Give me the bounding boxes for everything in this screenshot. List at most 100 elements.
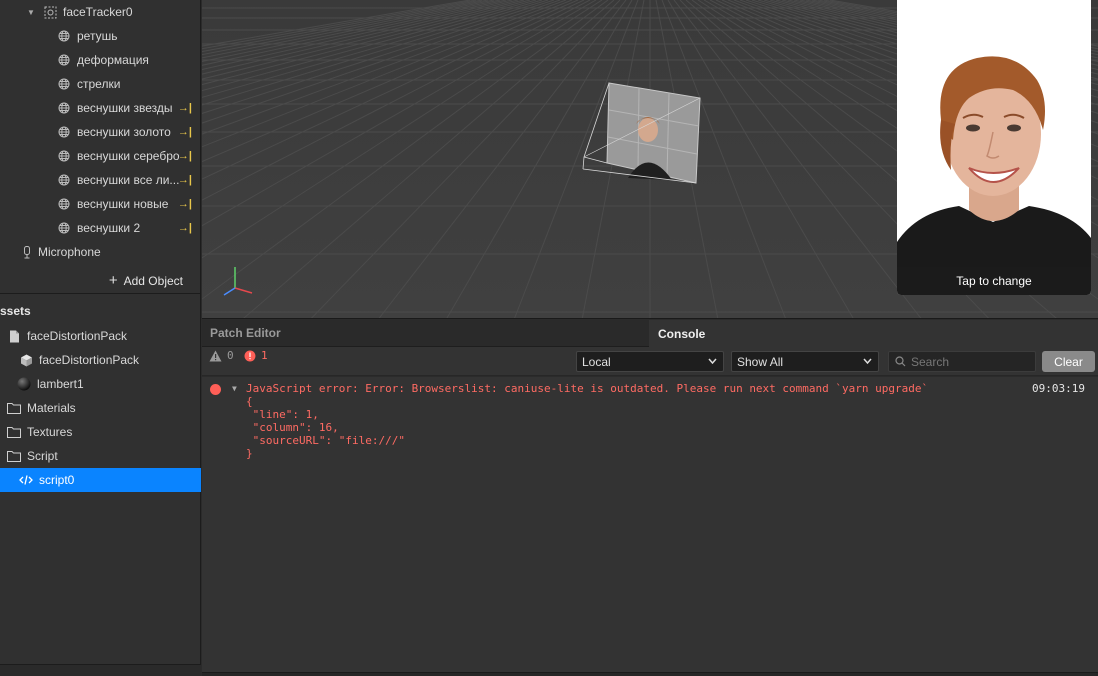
face-mesh-icon [57, 53, 71, 67]
asset-label: lambert1 [37, 377, 84, 391]
scope-select-value: Local [582, 354, 611, 369]
add-object-button[interactable]: + Add Object [0, 268, 201, 294]
face-mesh-icon [57, 125, 71, 139]
asset-row[interactable]: faceDistortionPack [0, 324, 201, 348]
asset-row[interactable]: script0 [0, 468, 201, 492]
patch-link-icon[interactable]: →| [178, 126, 192, 138]
asset-row[interactable]: Textures [0, 420, 201, 444]
assets-header-label: ssets [0, 304, 31, 318]
tree-label: Microphone [38, 245, 101, 259]
tree-row-face-mesh[interactable]: стрелки [0, 72, 201, 96]
file-icon [7, 329, 21, 343]
error-icon [244, 350, 256, 361]
asset-row[interactable]: Script [0, 444, 201, 468]
error-dot-icon [210, 384, 221, 395]
asset-row[interactable]: lambert1 [0, 372, 201, 396]
face-mesh-icon [57, 29, 71, 43]
patch-link-icon[interactable]: →| [178, 222, 192, 234]
console-toolbar: 0 1 Local Show All Clear [202, 347, 1098, 376]
tap-to-change-button[interactable]: Tap to change [897, 267, 1091, 295]
console-timestamp: 09:03:19 [1032, 382, 1085, 395]
asset-row[interactable]: Materials [0, 396, 201, 420]
material-sphere-icon [17, 377, 31, 391]
asset-label: Materials [27, 401, 76, 415]
chevron-down-icon [708, 355, 717, 370]
scope-select[interactable]: Local [576, 351, 724, 372]
assets-header: ssets [0, 300, 201, 322]
console-footer [202, 672, 1098, 676]
console-message: JavaScript error: Error: Browserslist: c… [246, 382, 929, 395]
asset-label: Textures [27, 425, 73, 439]
asset-label: script0 [39, 473, 75, 487]
add-object-label: Add Object [123, 273, 183, 288]
error-counter[interactable]: 1 [244, 349, 268, 362]
folder-icon [7, 449, 21, 463]
filter-select-value: Show All [737, 354, 784, 369]
console-search[interactable] [888, 351, 1036, 372]
asset-label: faceDistortionPack [27, 329, 128, 343]
tree-label: веснушки 2 [77, 221, 141, 235]
tree-label: faceTracker0 [63, 5, 133, 19]
patch-link-icon[interactable]: →| [178, 150, 192, 162]
tree-label: веснушки звезды [77, 101, 173, 115]
tree-row-face-mesh[interactable]: веснушки новые →| [0, 192, 201, 216]
plus-icon: + [108, 272, 118, 289]
face-mesh-icon [57, 77, 71, 91]
scene-viewport[interactable]: Tap to change [202, 0, 1098, 319]
asset-label: Script [27, 449, 58, 463]
tab-patch-editor[interactable]: Patch Editor [202, 320, 649, 347]
console-message-details: { "line": 1, "column": 16, "sourceURL": … [246, 395, 405, 460]
search-input[interactable] [911, 354, 1031, 369]
tab-console[interactable]: Console [649, 320, 1098, 347]
face-tracker-icon [43, 5, 57, 19]
disclosure-down-icon[interactable]: ▼ [232, 384, 237, 393]
patch-link-icon[interactable]: →| [178, 198, 192, 210]
disclosure-down-icon[interactable]: ▼ [27, 8, 37, 17]
tree-label: веснушки все ли... [77, 173, 180, 187]
tree-row-face-mesh[interactable]: веснушки 2 →| [0, 216, 201, 240]
face-mesh-icon [57, 101, 71, 115]
code-icon [19, 473, 33, 487]
tree-label: веснушки золото [77, 125, 171, 139]
left-panel-footer [0, 664, 201, 676]
tree-label: веснушки серебро [77, 149, 180, 163]
bottom-panel-tabs: Patch Editor Console [202, 320, 1098, 347]
tree-label: стрелки [77, 77, 121, 91]
filter-select[interactable]: Show All [731, 351, 879, 372]
warning-count: 0 [227, 349, 234, 362]
warning-counter[interactable]: 0 [209, 349, 234, 362]
tap-to-change-label: Tap to change [956, 274, 1032, 288]
tree-label: веснушки новые [77, 197, 169, 211]
tab-patch-editor-label: Patch Editor [210, 326, 281, 340]
patch-link-icon[interactable]: →| [178, 102, 192, 114]
search-icon [895, 356, 906, 367]
cube-icon [19, 353, 33, 367]
face-preview-image [897, 0, 1091, 267]
tree-row-face-mesh[interactable]: деформация [0, 48, 201, 72]
tree-row-microphone[interactable]: Microphone [0, 240, 201, 264]
tree-row-face-mesh[interactable]: веснушки звезды →| [0, 96, 201, 120]
face-mesh-icon [57, 149, 71, 163]
asset-label: faceDistortionPack [39, 353, 140, 367]
microphone-icon [20, 245, 34, 259]
face-mesh-icon [57, 173, 71, 187]
console-output[interactable]: ▼ JavaScript error: Error: Browserslist:… [202, 377, 1098, 672]
tab-console-label: Console [658, 326, 706, 341]
folder-icon [7, 401, 21, 415]
error-count: 1 [261, 349, 268, 362]
tree-label: ретушь [77, 29, 118, 43]
chevron-down-icon [863, 355, 872, 370]
tree-row-face-tracker[interactable]: ▼ faceTracker0 [0, 0, 201, 24]
tree-row-face-mesh[interactable]: веснушки серебро →| [0, 144, 201, 168]
simulator-preview[interactable]: Tap to change [897, 0, 1091, 295]
warning-icon [209, 350, 222, 361]
folder-icon [7, 425, 21, 439]
tree-row-face-mesh[interactable]: веснушки все ли... →| [0, 168, 201, 192]
tree-row-face-mesh[interactable]: ретушь [0, 24, 201, 48]
clear-button[interactable]: Clear [1042, 351, 1095, 372]
tree-label: деформация [77, 53, 149, 67]
asset-row[interactable]: faceDistortionPack [0, 348, 201, 372]
face-mesh-icon [57, 221, 71, 235]
tree-row-face-mesh[interactable]: веснушки золото →| [0, 120, 201, 144]
patch-link-icon[interactable]: →| [178, 174, 192, 186]
